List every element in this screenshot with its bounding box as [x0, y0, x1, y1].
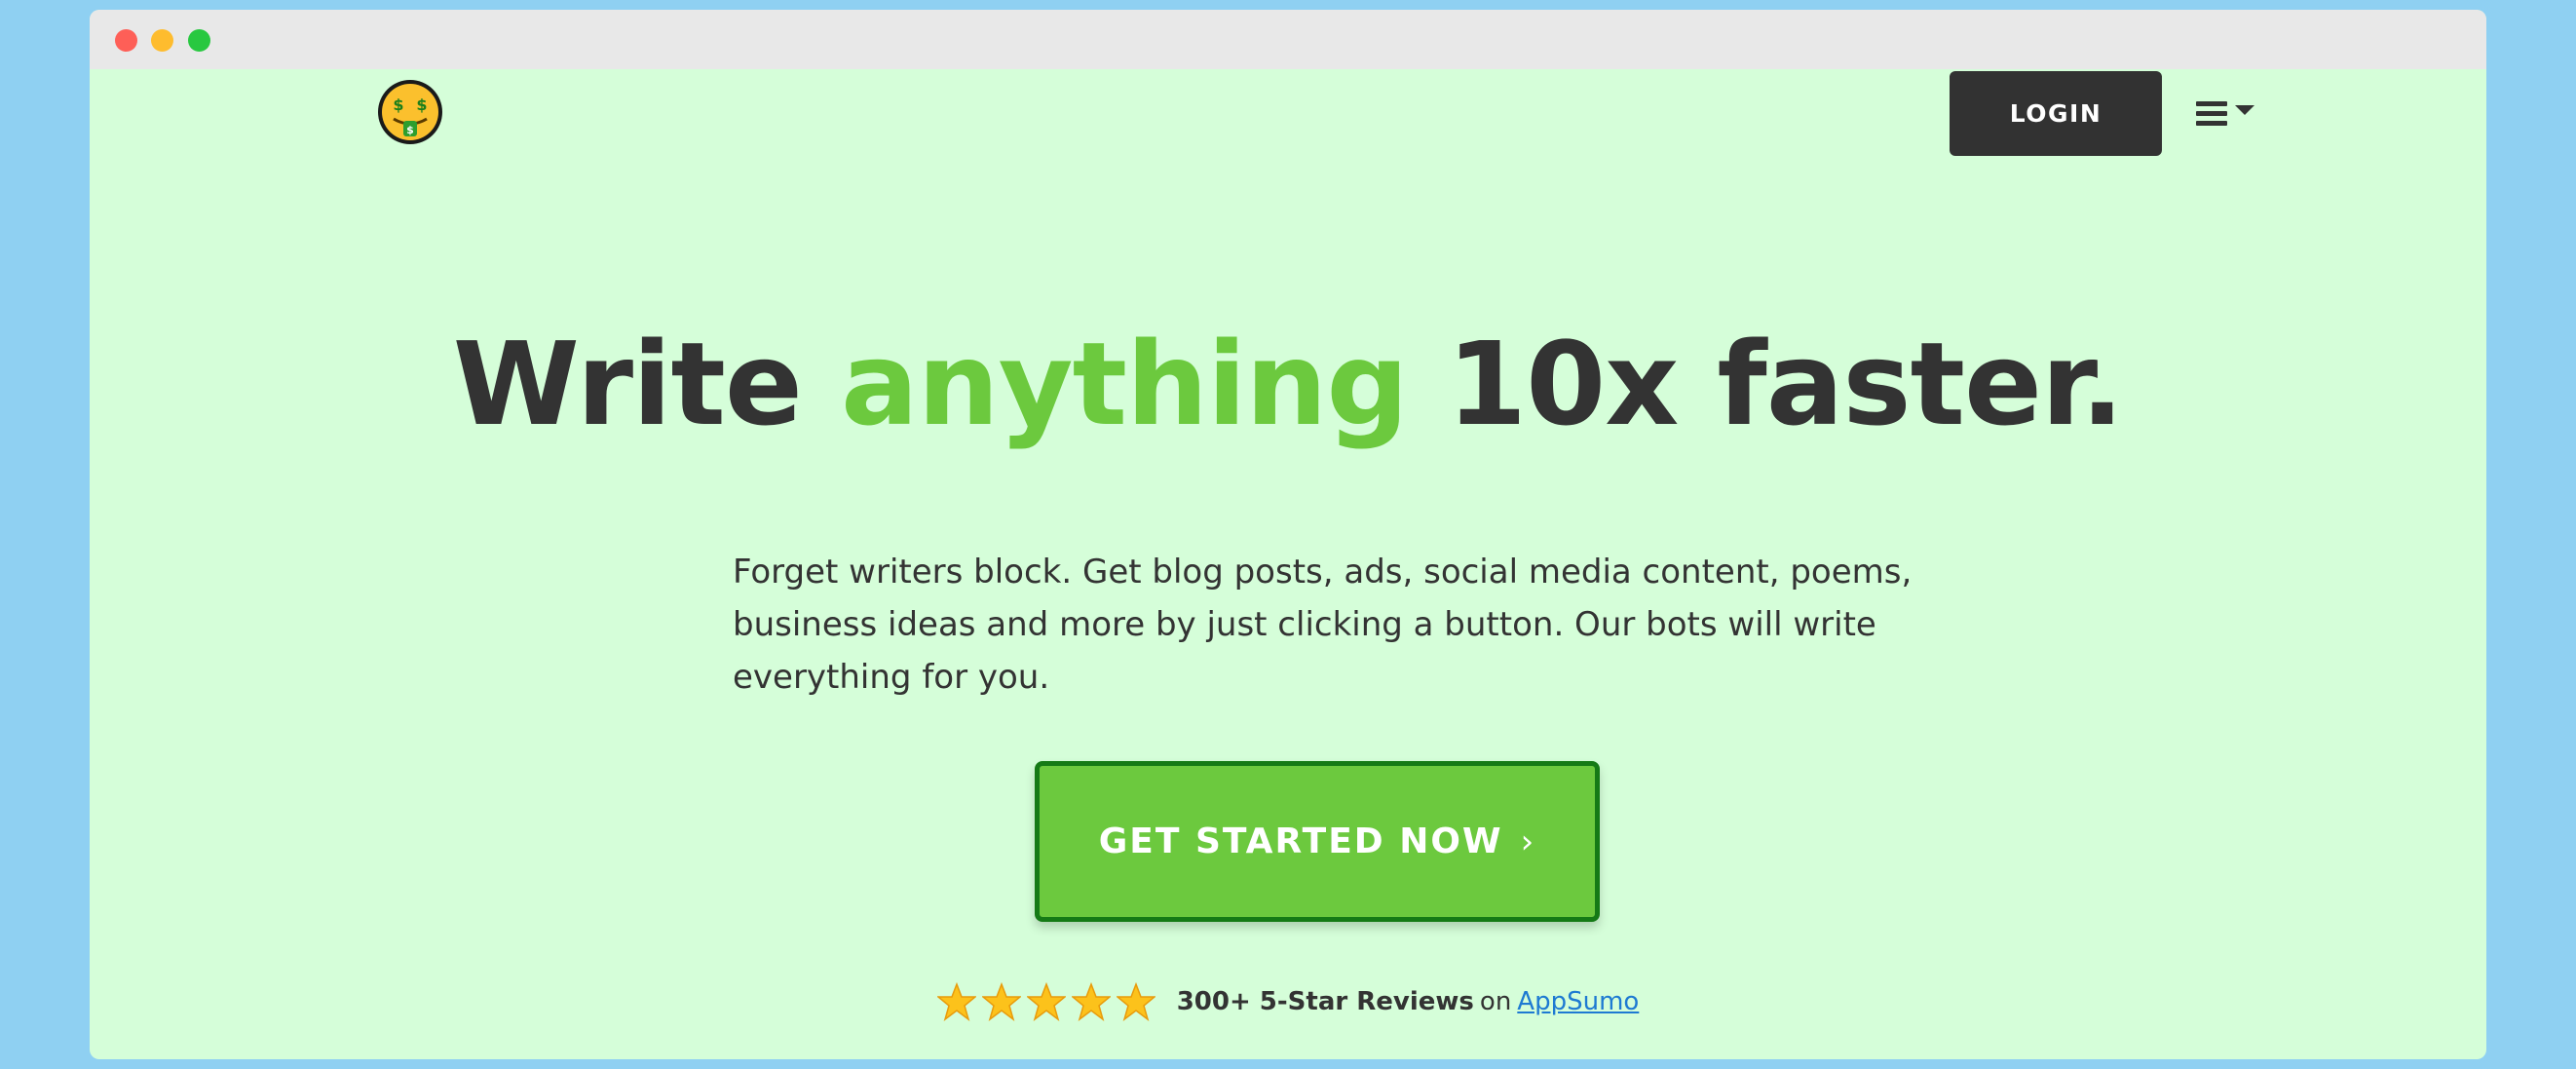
appsumo-link[interactable]: AppSumo: [1517, 987, 1639, 1016]
browser-window: $ $ $ LOGIN Write anything 10x faster. F…: [90, 10, 2486, 1059]
hero-headline: Write anything 10x faster.: [90, 326, 2486, 441]
headline-part-2: 10x faster.: [1407, 317, 2124, 451]
money-mouth-face-icon[interactable]: $ $ $: [376, 78, 444, 146]
get-started-label: GET STARTED NOW: [1098, 821, 1503, 861]
minimize-window-button[interactable]: [151, 29, 173, 52]
svg-text:$: $: [416, 95, 427, 114]
caret-down-icon: [2235, 105, 2254, 115]
star-icon: [1071, 982, 1111, 1021]
headline-accent: anything: [841, 317, 1409, 451]
hamburger-menu-icon[interactable]: [2194, 94, 2258, 133]
reviews-count-text: 300+ 5-Star Reviews: [1176, 987, 1474, 1016]
chevron-right-icon: ›: [1520, 821, 1536, 861]
svg-text:$: $: [406, 124, 414, 136]
star-rating: [936, 982, 1155, 1021]
headline-part-1: Write: [452, 317, 842, 451]
hero-description: Forget writers block. Get blog posts, ad…: [733, 553, 1913, 697]
star-icon: [981, 982, 1021, 1021]
star-icon: [936, 982, 976, 1021]
get-started-button[interactable]: GET STARTED NOW ›: [1035, 761, 1600, 922]
reviews-summary: 300+ 5-Star Reviews on AppSumo: [90, 982, 2486, 1021]
star-icon: [1116, 982, 1155, 1021]
reviews-connector-text: on: [1479, 987, 1512, 1016]
login-button[interactable]: LOGIN: [1950, 71, 2162, 156]
svg-text:$: $: [393, 95, 403, 114]
window-titlebar: [90, 10, 2486, 69]
close-window-button[interactable]: [115, 29, 137, 52]
star-icon: [1026, 982, 1066, 1021]
login-button-label: LOGIN: [2009, 99, 2102, 128]
zoom-window-button[interactable]: [188, 29, 210, 52]
